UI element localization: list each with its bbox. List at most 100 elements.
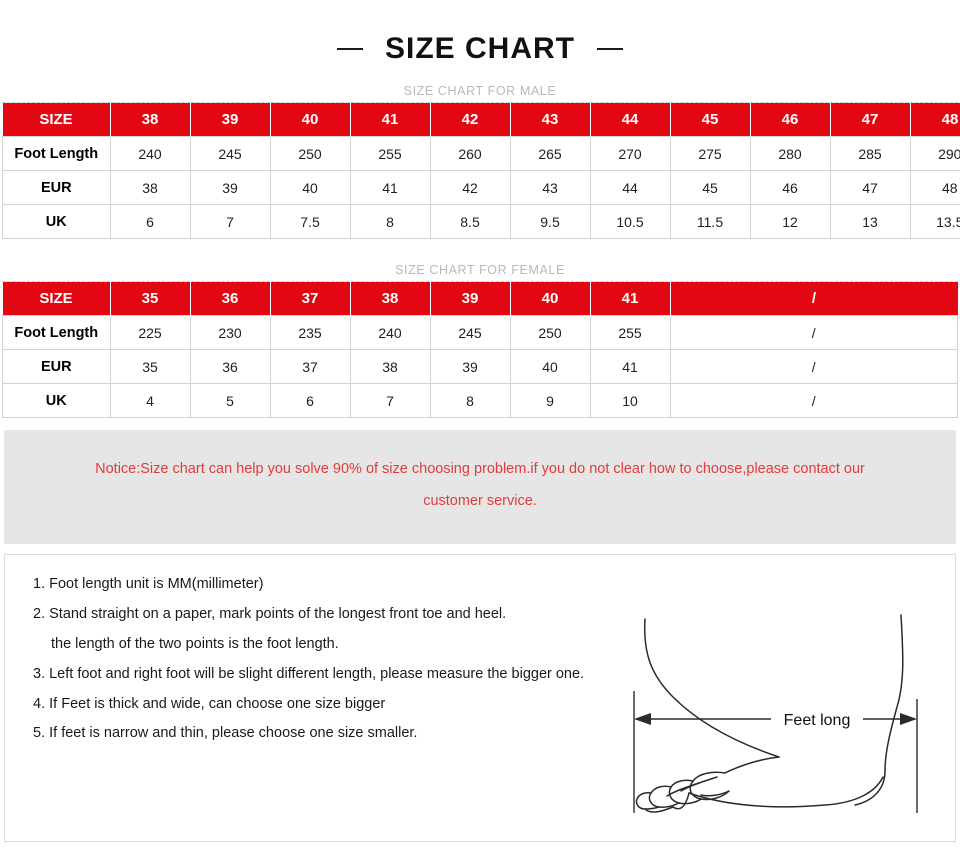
male-cell: 6 bbox=[109, 204, 191, 239]
female-cell: 250 bbox=[509, 315, 591, 350]
male-section-divider bbox=[2, 102, 958, 103]
male-header-size: SIZE bbox=[2, 103, 111, 137]
female-cell: 4 bbox=[109, 383, 191, 418]
male-section-subtitle: SIZE CHART FOR MALE bbox=[403, 84, 557, 98]
female-cell: 37 bbox=[269, 349, 351, 384]
male-cell: 12 bbox=[749, 204, 831, 239]
female-section-divider bbox=[2, 281, 958, 282]
table-row: EUR 35 36 37 38 39 40 41 / bbox=[2, 349, 958, 384]
male-cell: 7 bbox=[189, 204, 271, 239]
arrow-left-head bbox=[634, 712, 651, 725]
instructions-list: 1. Foot length unit is MM(millimeter) 2.… bbox=[33, 575, 693, 757]
female-cell: 9 bbox=[509, 383, 591, 418]
table-row: UK 6 7 7.5 8 8.5 9.5 10.5 11.5 12 13 13.… bbox=[2, 204, 960, 239]
female-cell: 41 bbox=[589, 349, 671, 384]
male-cell: 270 bbox=[589, 136, 671, 171]
female-row-label-uk: UK bbox=[2, 383, 111, 418]
male-cell: 9.5 bbox=[509, 204, 591, 239]
notice-line-1: Notice:Size chart can help you solve 90%… bbox=[95, 461, 865, 477]
male-cell: 260 bbox=[429, 136, 511, 171]
male-row-label-foot-length: Foot Length bbox=[2, 136, 111, 171]
male-cell: 11.5 bbox=[669, 204, 751, 239]
female-cell: 225 bbox=[109, 315, 191, 350]
female-cell: 40 bbox=[509, 349, 591, 384]
male-cell: 275 bbox=[669, 136, 751, 171]
female-cell-empty: / bbox=[669, 383, 958, 418]
male-cell: 43 bbox=[509, 170, 591, 205]
female-cell: 8 bbox=[429, 383, 511, 418]
male-size-table: SIZE 38 39 40 41 42 43 44 45 46 47 48 Fo… bbox=[2, 103, 960, 239]
female-row-label-eur: EUR bbox=[2, 349, 111, 384]
male-row-label-eur: EUR bbox=[2, 170, 111, 205]
female-cell: 36 bbox=[189, 349, 271, 384]
female-cell-empty: / bbox=[669, 349, 958, 384]
male-row-label-uk: UK bbox=[2, 204, 111, 239]
female-header-40: 40 bbox=[509, 282, 591, 316]
male-table-header-row: SIZE 38 39 40 41 42 43 44 45 46 47 48 bbox=[2, 103, 960, 137]
female-table-header-row: SIZE 35 36 37 38 39 40 41 / bbox=[2, 282, 958, 316]
male-cell: 38 bbox=[109, 170, 191, 205]
female-header-35: 35 bbox=[109, 282, 191, 316]
arrow-right-head bbox=[900, 712, 917, 725]
female-size-table: SIZE 35 36 37 38 39 40 41 / Foot Length … bbox=[2, 282, 958, 418]
table-row: EUR 38 39 40 41 42 43 44 45 46 47 48 bbox=[2, 170, 960, 205]
male-header-47: 47 bbox=[829, 103, 911, 137]
list-item: 4. If Feet is thick and wide, can choose… bbox=[33, 695, 386, 712]
feet-long-label: Feet long bbox=[784, 712, 851, 729]
male-cell: 245 bbox=[189, 136, 271, 171]
male-header-45: 45 bbox=[669, 103, 751, 137]
male-header-41: 41 bbox=[349, 103, 431, 137]
foot-measurement-diagram: Feet long bbox=[629, 611, 951, 839]
title-left-dash-icon bbox=[337, 48, 363, 50]
male-header-39: 39 bbox=[189, 103, 271, 137]
table-row: Foot Length 240 245 250 255 260 265 270 … bbox=[2, 136, 960, 171]
page-title: SIZE CHART bbox=[385, 32, 575, 65]
female-header-38: 38 bbox=[349, 282, 431, 316]
female-header-36: 36 bbox=[189, 282, 271, 316]
male-cell: 48 bbox=[909, 170, 960, 205]
list-item: 2. Stand straight on a paper, mark point… bbox=[33, 605, 507, 622]
male-cell: 13 bbox=[829, 204, 911, 239]
size-chart-page: SIZE CHART SIZE CHART FOR MALE SIZE 38 3… bbox=[0, 0, 960, 854]
female-cell: 230 bbox=[189, 315, 271, 350]
notice-banner: Notice:Size chart can help you solve 90%… bbox=[4, 430, 956, 544]
title-right-dash-icon bbox=[597, 48, 623, 50]
female-header-37: 37 bbox=[269, 282, 351, 316]
list-item: 3. Left foot and right foot will be slig… bbox=[33, 665, 585, 682]
male-header-44: 44 bbox=[589, 103, 671, 137]
male-header-46: 46 bbox=[749, 103, 831, 137]
male-cell: 47 bbox=[829, 170, 911, 205]
male-section-subtitle-wrap: SIZE CHART FOR MALE bbox=[0, 82, 960, 103]
page-title-row: SIZE CHART bbox=[0, 0, 960, 64]
female-header-empty: / bbox=[669, 282, 958, 316]
male-cell: 44 bbox=[589, 170, 671, 205]
female-cell: 6 bbox=[269, 383, 351, 418]
list-item: the length of the two points is the foot… bbox=[51, 635, 339, 652]
notice-line-2: customer service. bbox=[423, 492, 537, 509]
male-cell: 255 bbox=[349, 136, 431, 171]
female-cell: 245 bbox=[429, 315, 511, 350]
female-cell: 39 bbox=[429, 349, 511, 384]
male-cell: 290 bbox=[909, 136, 960, 171]
male-cell: 42 bbox=[429, 170, 511, 205]
female-section-subtitle: SIZE CHART FOR FEMALE bbox=[395, 263, 565, 277]
female-header-41: 41 bbox=[589, 282, 671, 316]
table-row: Foot Length 225 230 235 240 245 250 255 … bbox=[2, 315, 958, 350]
list-item: 1. Foot length unit is MM(millimeter) bbox=[33, 575, 264, 592]
male-cell: 46 bbox=[749, 170, 831, 205]
male-cell: 40 bbox=[269, 170, 351, 205]
male-cell: 10.5 bbox=[589, 204, 671, 239]
male-cell: 8.5 bbox=[429, 204, 511, 239]
female-row-label-foot-length: Foot Length bbox=[2, 315, 111, 350]
female-cell: 240 bbox=[349, 315, 431, 350]
female-cell: 10 bbox=[589, 383, 671, 418]
male-cell: 280 bbox=[749, 136, 831, 171]
male-cell: 265 bbox=[509, 136, 591, 171]
female-cell: 255 bbox=[589, 315, 671, 350]
female-section-subtitle-wrap: SIZE CHART FOR FEMALE bbox=[0, 261, 960, 282]
male-header-40: 40 bbox=[269, 103, 351, 137]
list-item: 5. If feet is narrow and thin, please ch… bbox=[33, 725, 418, 742]
female-cell-empty: / bbox=[669, 315, 958, 350]
female-cell: 7 bbox=[349, 383, 431, 418]
male-cell: 250 bbox=[269, 136, 351, 171]
